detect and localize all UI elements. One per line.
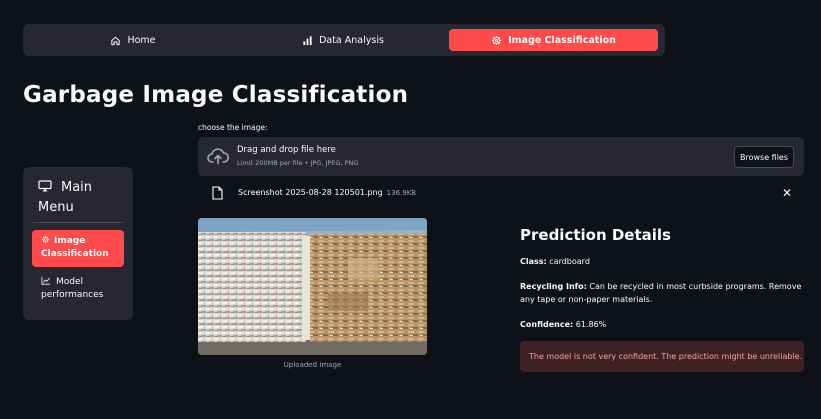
- top-navigation: Home Data Analysis Image Classification: [23, 24, 665, 56]
- uploaded-file-row: Screenshot 2025-08-28 120501.png 136.9KB …: [198, 184, 804, 204]
- recycling-label: Recycling Info:: [520, 282, 587, 291]
- uploaded-file-name: Screenshot 2025-08-28 120501.png 136.9KB: [238, 188, 416, 197]
- line-chart-icon: [41, 276, 51, 285]
- sidebar-menu-title: Main Menu: [38, 178, 124, 218]
- gear-icon: [41, 235, 50, 244]
- home-icon: [111, 36, 121, 45]
- uploaded-image: [198, 218, 427, 355]
- recycling-bales-image: [198, 218, 427, 355]
- nav-tab-home[interactable]: Home: [83, 29, 183, 51]
- sidebar-item-model-performances[interactable]: Model performances: [32, 276, 124, 302]
- class-value: cardboard: [549, 257, 590, 266]
- sidebar-divider: [33, 222, 123, 223]
- nav-tab-image-classification-label: Image Classification: [508, 34, 616, 46]
- uploader-label: choose the image:: [198, 123, 268, 132]
- prediction-confidence: Confidence: 61.86%: [520, 318, 804, 331]
- page-title: Garbage Image Classification: [23, 82, 409, 108]
- nav-tab-data-analysis-label: Data Analysis: [319, 34, 384, 46]
- class-label: Class:: [520, 257, 547, 266]
- gear-icon: [492, 35, 502, 45]
- file-icon: [212, 186, 223, 200]
- confidence-label: Confidence:: [520, 320, 574, 329]
- dropzone-limit-text: Limit 200MB per file • JPG, JPEG, PNG: [237, 159, 359, 167]
- file-size: 136.9KB: [386, 189, 417, 197]
- remove-file-button[interactable]: ✕: [782, 186, 792, 200]
- nav-tab-data-analysis[interactable]: Data Analysis: [273, 29, 413, 51]
- image-caption: Uploaded Image: [283, 361, 342, 369]
- prediction-recycling-info: Recycling Info: Can be recycled in most …: [520, 280, 804, 306]
- file-name-text: Screenshot 2025-08-28 120501.png: [238, 188, 383, 197]
- file-dropzone[interactable]: Drag and drop file here Limit 200MB per …: [198, 137, 804, 176]
- nav-tab-image-classification[interactable]: Image Classification: [449, 29, 658, 51]
- confidence-value: 61.86%: [575, 320, 607, 329]
- bar-chart-icon: [303, 35, 312, 45]
- sidebar-item-image-classification[interactable]: Image Classification: [32, 230, 124, 267]
- prediction-class: Class: cardboard: [520, 255, 804, 268]
- dropzone-title: Drag and drop file here: [237, 145, 336, 155]
- browse-files-button[interactable]: Browse files: [734, 146, 794, 168]
- sidebar-item-label: Image Classification: [41, 236, 109, 259]
- sidebar-menu: Main Menu Image Classification Model per…: [23, 167, 133, 320]
- cloud-upload-icon: [207, 148, 229, 165]
- monitor-icon: [38, 180, 52, 192]
- prediction-title: Prediction Details: [520, 226, 671, 244]
- nav-tab-home-label: Home: [127, 34, 156, 46]
- low-confidence-warning: The model is not very confident. The pre…: [520, 341, 804, 372]
